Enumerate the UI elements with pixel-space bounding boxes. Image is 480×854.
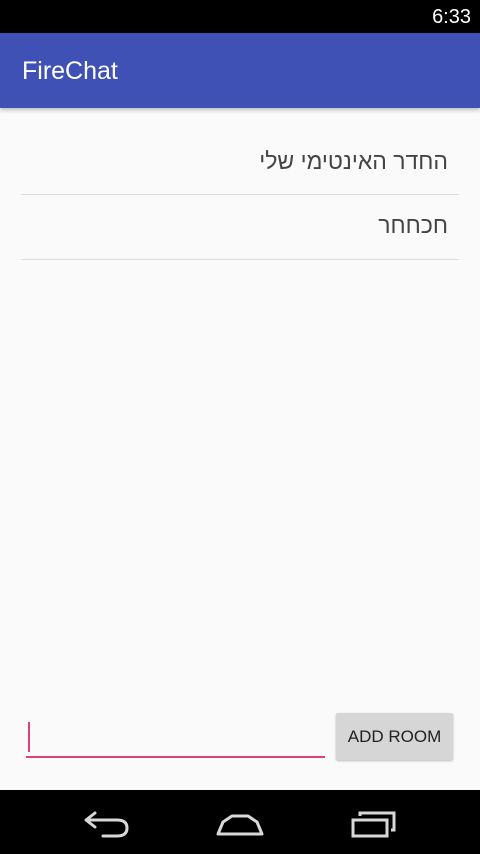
- text-cursor: [28, 722, 30, 752]
- room-name-input[interactable]: [26, 720, 325, 758]
- home-icon[interactable]: [210, 804, 270, 840]
- room-name: החדר האינטימי שלי: [259, 148, 448, 174]
- status-time: 6:33: [432, 6, 471, 28]
- recents-icon[interactable]: [345, 804, 405, 840]
- navigation-bar: [0, 790, 480, 854]
- add-room-button[interactable]: ADD ROOM: [336, 713, 453, 760]
- room-list-item[interactable]: חכחחר: [21, 195, 459, 260]
- add-room-row: ADD ROOM: [0, 700, 480, 780]
- app-screen: 6:33 FireChat החדר האינטימי שלי חכחחר AD…: [0, 0, 480, 854]
- status-bar: 6:33: [0, 0, 480, 33]
- app-title: FireChat: [22, 57, 118, 85]
- room-list-item[interactable]: החדר האינטימי שלי: [21, 129, 459, 195]
- room-name: חכחחר: [378, 212, 448, 238]
- back-icon[interactable]: [77, 804, 137, 840]
- app-bar: FireChat: [0, 33, 480, 108]
- room-list: החדר האינטימי שלי חכחחר: [21, 129, 459, 260]
